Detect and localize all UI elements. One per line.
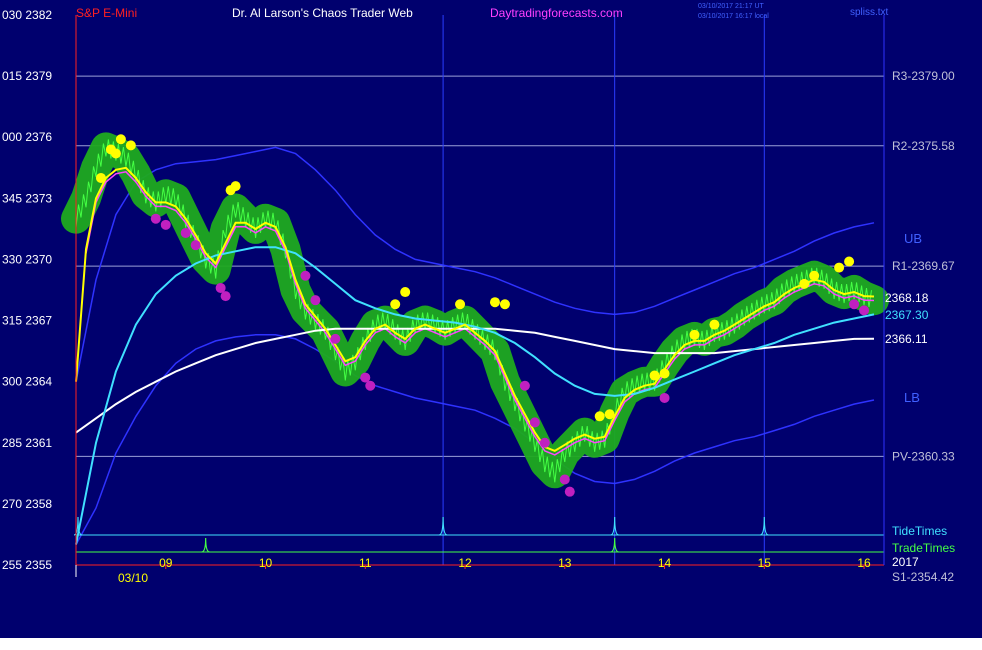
level-label-pv: PV-2360.33 — [892, 449, 955, 463]
yellow-dot-6 — [230, 181, 241, 192]
yellow-dot-7 — [390, 299, 401, 310]
level-label-s1: S1-2354.42 — [892, 570, 954, 584]
magenta-dot-18 — [859, 305, 870, 316]
x-tick-label: 10 — [259, 556, 273, 570]
year-label: 2017 — [892, 555, 919, 569]
last-value-short_ema: 2368.18 — [885, 291, 929, 305]
y-tick-label: 330 2370 — [2, 252, 52, 266]
yellow-dot-9 — [455, 299, 466, 310]
footer-quote: -5:01:47 1917.00 1917.00 1916.00 1916.25 — [2, 636, 233, 650]
site-link[interactable]: Daytradingforecasts.com — [490, 6, 623, 20]
y-tick-label: 345 2373 — [2, 191, 52, 205]
yellow-dot-8 — [400, 287, 411, 298]
level-label-r2: R2-2375.58 — [892, 139, 955, 153]
magenta-dot-0 — [150, 213, 161, 224]
y-tick-label: 315 2367 — [2, 314, 52, 328]
x-tick-label: 14 — [658, 556, 672, 570]
file-name: spliss.txt — [850, 7, 889, 18]
yellow-dot-4 — [110, 148, 121, 159]
magenta-dot-2 — [180, 227, 191, 238]
magenta-dot-8 — [330, 333, 341, 344]
yellow-dot-10 — [489, 297, 500, 308]
yellow-dot-3 — [125, 140, 136, 151]
x-tick-label: 16 — [857, 556, 871, 570]
magenta-dot-14 — [559, 474, 570, 485]
magenta-dot-12 — [529, 417, 540, 428]
footer-copyright: Copyright 2017, Dr. Al Larson. May not b… — [480, 636, 823, 650]
x-tick-label: 09 — [159, 556, 173, 570]
plot-background — [0, 0, 982, 638]
magenta-dot-1 — [160, 219, 171, 230]
yellow-dot-16 — [689, 329, 700, 340]
yellow-dot-14 — [649, 370, 660, 381]
magenta-dot-5 — [220, 291, 231, 302]
y-tick-label: 270 2358 — [2, 497, 52, 511]
yellow-dot-0 — [95, 172, 106, 183]
date-label: 03/10 — [118, 571, 148, 585]
yellow-dot-11 — [499, 299, 510, 310]
y-tick-label: 285 2361 — [2, 436, 52, 450]
x-tick-label: 13 — [558, 556, 572, 570]
magenta-dot-3 — [190, 240, 201, 251]
last-value-long_ma: 2366.11 — [885, 332, 928, 346]
yellow-dot-17 — [709, 319, 720, 330]
y-tick-label: 000 2376 — [2, 130, 52, 144]
level-label-r1: R1-2369.67 — [892, 259, 955, 273]
magenta-dot-10 — [365, 380, 376, 391]
y-tick-label: 255 2355 — [2, 558, 52, 572]
yellow-dot-2 — [115, 134, 126, 145]
author-title: Dr. Al Larson's Chaos Trader Web — [232, 6, 413, 20]
y-tick-label: 015 2379 — [2, 69, 52, 83]
yellow-dot-12 — [594, 411, 605, 422]
yellow-dot-13 — [604, 409, 615, 420]
magenta-dot-11 — [519, 380, 530, 391]
yellow-dot-21 — [844, 256, 855, 267]
magenta-dot-15 — [564, 486, 575, 497]
time-local: 03/10/2017 16:17 local — [698, 13, 769, 20]
yellow-dot-18 — [799, 278, 810, 289]
magenta-dot-17 — [849, 299, 860, 310]
x-tick-label: 11 — [359, 556, 372, 570]
y-tick-label: 030 2382 — [2, 8, 52, 22]
magenta-dot-16 — [659, 392, 670, 403]
chart-svg: R3-2379.00 R2-2375.58 R1-2369.67 PV-2360.33… — [0, 0, 982, 650]
last-value-mid_ma: 2367.30 — [885, 308, 929, 322]
yellow-dot-15 — [659, 368, 670, 379]
time-utc: 03/10/2017 21:17 UT — [698, 3, 764, 10]
yellow-dot-19 — [809, 270, 820, 281]
x-tick-label: 12 — [458, 556, 472, 570]
symbol-title: S&P E-Mini — [76, 6, 137, 20]
x-tick-label: 15 — [758, 556, 772, 570]
band-label-ub: UB — [904, 231, 922, 246]
trade-times-label: TradeTimes — [892, 541, 955, 555]
magenta-dot-13 — [539, 437, 550, 448]
y-tick-label: 300 2364 — [2, 375, 52, 389]
yellow-dot-20 — [834, 262, 845, 273]
magenta-dot-6 — [300, 270, 311, 281]
band-label-lb: LB — [904, 390, 920, 405]
tide-times-label: TideTimes — [892, 524, 947, 538]
magenta-dot-7 — [310, 295, 321, 306]
level-label-r3: R3-2379.00 — [892, 69, 955, 83]
